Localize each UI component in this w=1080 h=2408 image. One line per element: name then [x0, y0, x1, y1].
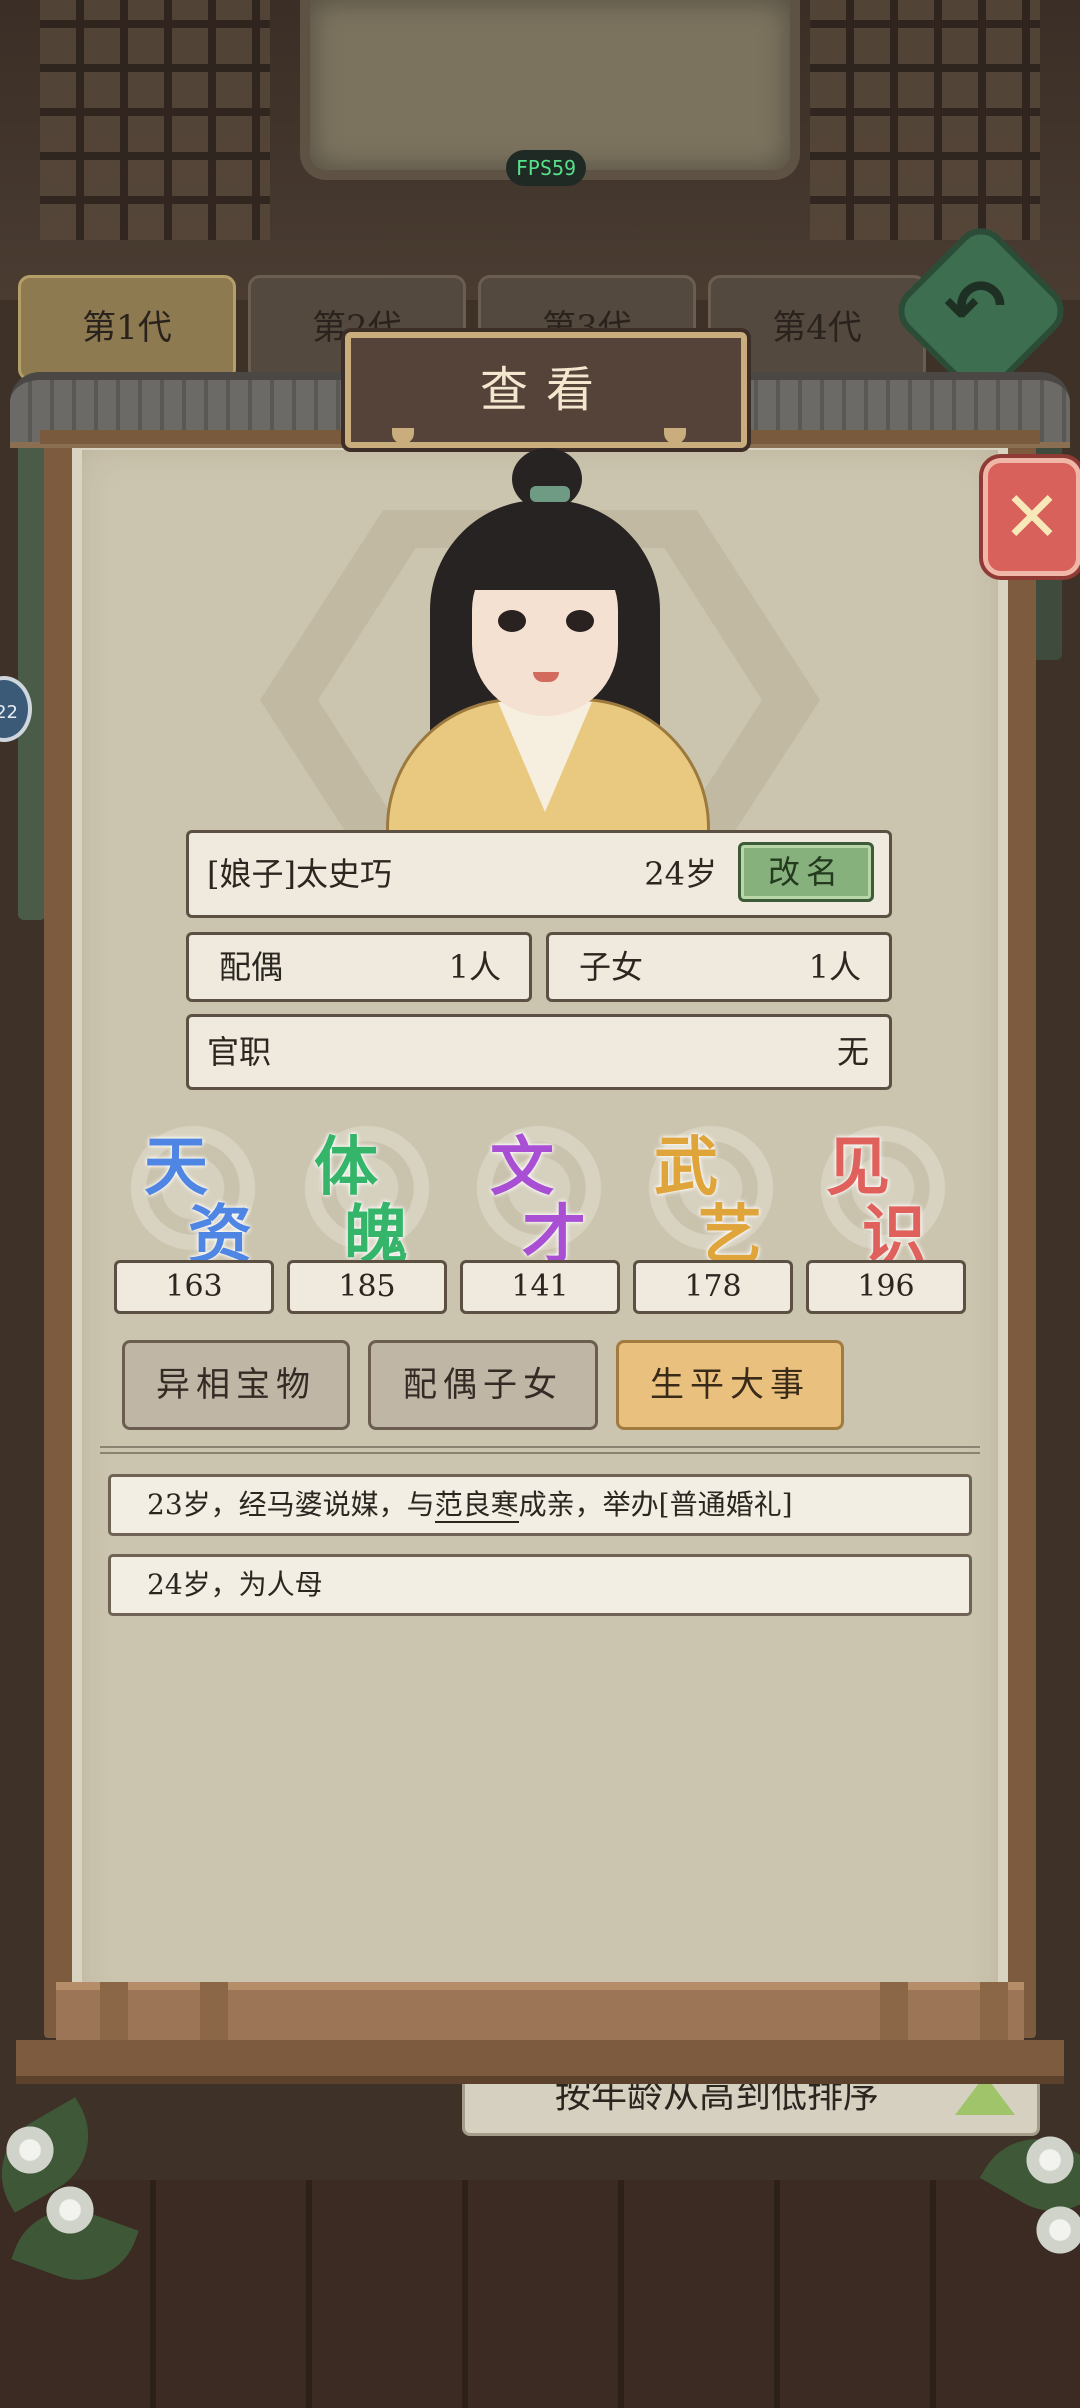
rail-post: [980, 1982, 1008, 2048]
close-icon: ✕: [1002, 476, 1062, 558]
character-age: 24岁: [644, 855, 717, 893]
tab-treasures[interactable]: 异相宝物: [122, 1340, 350, 1430]
fps-counter: FPS59: [506, 150, 586, 186]
stat-physique-value: 185: [287, 1260, 447, 1314]
event-row: 23岁，经马婆说媒，与范良寒成亲，举办[普通婚礼]: [108, 1474, 972, 1536]
flower-decoration: [0, 2120, 60, 2180]
tab-spouse-children[interactable]: 配偶子女: [368, 1340, 598, 1430]
wooden-floor: [0, 2180, 1080, 2408]
children-label: 子女: [579, 948, 644, 986]
character-portrait: [380, 440, 710, 854]
dialog-base: [16, 2040, 1064, 2084]
spouse-name-link[interactable]: 范良寒: [434, 1488, 519, 1523]
side-panel-left: [18, 420, 46, 920]
window-lattice-left: [40, 0, 270, 240]
event-text: 24岁，为人母: [147, 1568, 323, 1601]
event-text: 23岁，经马婆说媒，与: [147, 1488, 435, 1521]
rail-post: [100, 1982, 128, 2048]
close-button[interactable]: ✕: [983, 458, 1080, 576]
office-label: 官职: [207, 1033, 272, 1071]
spouse-row: 配偶 1人: [186, 932, 532, 1002]
section-divider: [100, 1446, 980, 1454]
rename-button[interactable]: 改名: [738, 842, 874, 902]
rail-post: [880, 1982, 908, 2048]
children-count: 1人: [808, 948, 861, 986]
office-value: 无: [836, 1033, 869, 1071]
portrait-eye: [498, 610, 526, 632]
back-arrow-icon: ↶: [943, 264, 1006, 350]
stat-knowledge-value: 196: [806, 1260, 966, 1314]
character-name: [娘子]太史巧: [207, 855, 392, 893]
portrait-ribbon: [530, 486, 570, 502]
stat-aptitude-value: 163: [114, 1260, 274, 1314]
stat-literary-value: 141: [460, 1260, 620, 1314]
tab-life-events[interactable]: 生平大事: [616, 1340, 844, 1430]
rail-post: [200, 1982, 228, 2048]
spouse-label: 配偶: [219, 948, 284, 986]
flower-decoration: [40, 2180, 100, 2240]
generation-tab-1[interactable]: 第1代: [18, 275, 236, 381]
flower-decoration: [1020, 2130, 1080, 2190]
stat-martial-value: 178: [633, 1260, 793, 1314]
event-row: 24岁，为人母: [108, 1554, 972, 1616]
event-text: 成亲，举办[普通婚礼]: [518, 1488, 793, 1521]
window-lattice-right: [810, 0, 1040, 240]
portrait-eye: [566, 610, 594, 632]
children-row: 子女 1人: [546, 932, 892, 1002]
spouse-count: 1人: [448, 948, 501, 986]
office-row: 官职 无: [186, 1014, 892, 1090]
portrait-bangs: [450, 510, 640, 590]
